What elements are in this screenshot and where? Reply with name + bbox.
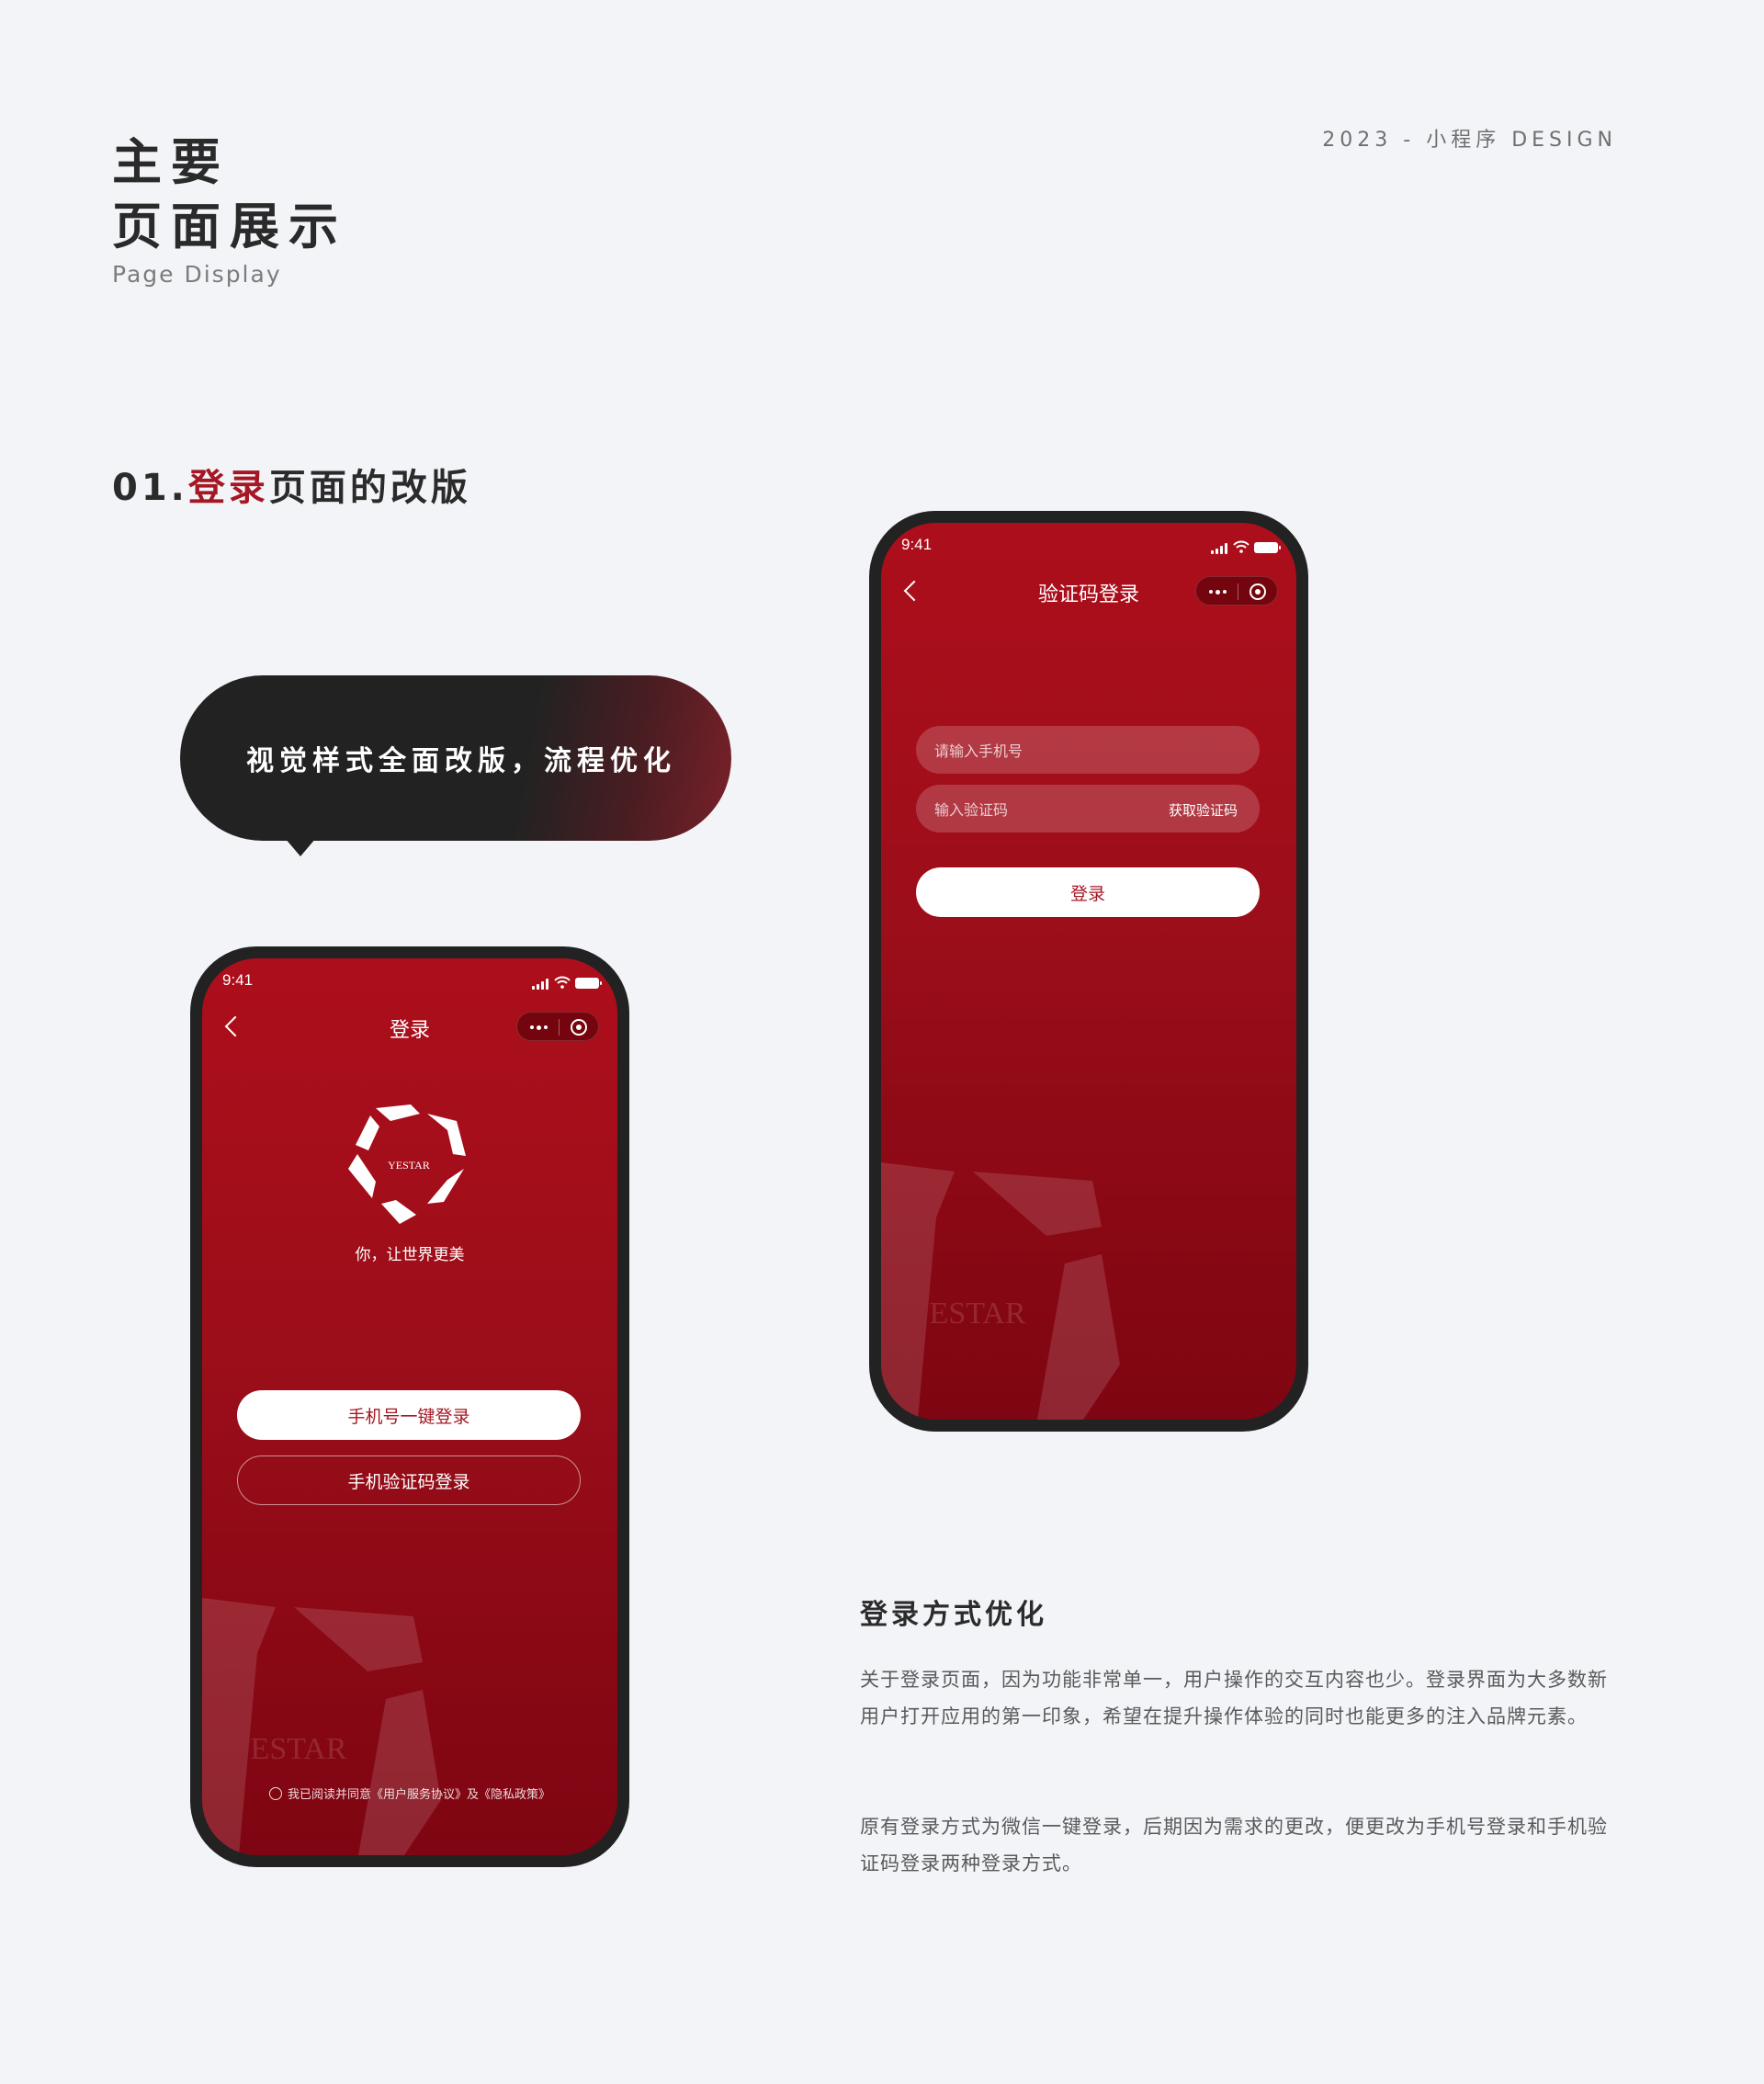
wifi-icon	[1233, 540, 1250, 553]
logo-text: YESTAR	[388, 1159, 430, 1172]
wifi-icon	[554, 976, 571, 989]
watermark-text: YESTAR	[907, 1297, 1026, 1331]
get-code-button[interactable]: 获取验证码	[1169, 800, 1238, 820]
status-bar: 9:41	[202, 971, 617, 995]
brand-watermark: YESTAR	[202, 1598, 441, 1855]
battery-icon	[1254, 542, 1281, 553]
description-paragraph-2: 原有登录方式为微信一键登录，后期因为需求的更改，便更改为手机号登录和手机验证码登…	[860, 1816, 1608, 1874]
mini-program-capsule	[1195, 576, 1278, 606]
signal-icon	[1211, 543, 1229, 554]
sms-code-login-button[interactable]: 手机验证码登录	[237, 1455, 581, 1505]
more-icon[interactable]	[530, 1025, 548, 1030]
verification-code-input[interactable]: 输入验证码 获取验证码	[916, 785, 1260, 832]
brand-watermark: YESTAR	[881, 1162, 1120, 1420]
login-screen: 9:41 登录 YESTAR 你，让世界更美 手机号一键登录 手机验证码登录 Y…	[202, 958, 617, 1855]
watermark-text: YESTAR	[228, 1732, 347, 1766]
section-number: 01.	[112, 467, 188, 509]
nav-bar: 验证码登录	[881, 569, 1296, 613]
status-time: 9:41	[222, 971, 254, 989]
agreement-row: 我已阅读并同意《用户服务协议》及《隐私政策》	[202, 1784, 617, 1802]
agreement-checkbox[interactable]	[268, 1787, 282, 1800]
mini-program-capsule	[516, 1012, 599, 1041]
speech-bubble-tail	[285, 838, 316, 856]
section-title: 01.登录页面的改版	[112, 458, 471, 511]
signal-icon	[532, 979, 550, 990]
speech-bubble: 视觉样式全面改版，流程优化	[180, 675, 731, 841]
battery-icon	[575, 978, 602, 989]
close-mini-program-icon[interactable]	[571, 1019, 587, 1036]
agreement-text[interactable]: 我已阅读并同意《用户服务协议》及《隐私政策》	[288, 1788, 550, 1802]
status-bar: 9:41	[881, 536, 1296, 560]
slogan: 你，让世界更美	[355, 1246, 465, 1264]
header-meta: 2023 - 小程序 DESIGN	[1322, 129, 1617, 152]
status-time: 9:41	[901, 536, 933, 553]
phone-number-placeholder: 请输入手机号	[934, 742, 1023, 760]
page-title-line-1: 主要	[112, 133, 230, 191]
close-mini-program-icon[interactable]	[1250, 583, 1266, 600]
code-login-screen: 9:41 验证码登录 请输入手机号 输入验证码 获取验证码 登录 YESTAR	[881, 523, 1296, 1420]
page-title-line-2: 页面展示	[112, 198, 347, 255]
login-button[interactable]: 登录	[916, 867, 1260, 917]
more-icon[interactable]	[1209, 589, 1227, 595]
page-subtitle: Page Display	[112, 261, 282, 288]
phone-number-input[interactable]: 请输入手机号	[916, 726, 1260, 774]
description-paragraph-1: 关于登录页面，因为功能非常单一，用户操作的交互内容也少。登录界面为大多数新用户打…	[860, 1669, 1608, 1727]
section-rest: 页面的改版	[268, 467, 471, 509]
section-highlight: 登录	[187, 467, 269, 509]
description-title: 登录方式优化	[860, 1599, 1047, 1631]
phone-one-click-login-button[interactable]: 手机号一键登录	[237, 1390, 581, 1440]
nav-bar: 登录	[202, 1004, 617, 1048]
verification-code-placeholder: 输入验证码	[934, 801, 1009, 819]
speech-bubble-text: 视觉样式全面改版，流程优化	[246, 745, 676, 777]
phone-code-login-mockup: 9:41 验证码登录 请输入手机号 输入验证码 获取验证码 登录 YESTAR	[869, 511, 1308, 1432]
yestar-logo-icon: YESTAR	[348, 1104, 466, 1224]
phone-login-mockup: 9:41 登录 YESTAR 你，让世界更美 手机号一键登录 手机验证码登录 Y…	[190, 946, 629, 1867]
capsule-divider	[559, 1019, 560, 1036]
